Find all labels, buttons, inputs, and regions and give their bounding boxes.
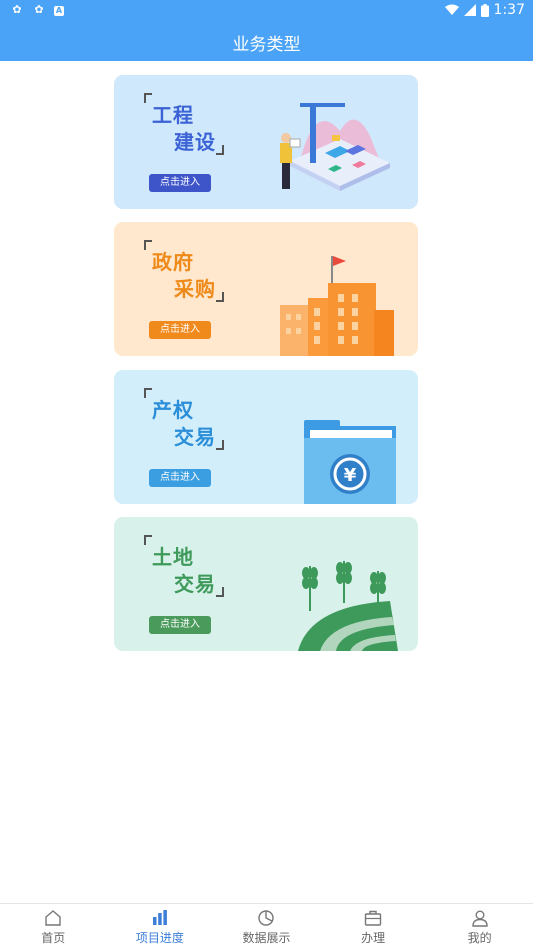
bracket-decoration	[216, 587, 224, 597]
enter-button[interactable]: 点击进入	[149, 321, 211, 339]
notification-app-icon: ✿	[34, 3, 44, 16]
nav-mine[interactable]: 我的	[426, 904, 533, 947]
nav-handle[interactable]: 办理	[320, 904, 427, 947]
page-title: 业务类型	[232, 35, 301, 55]
bracket-decoration	[144, 93, 152, 103]
card-title-line2: 交易	[174, 425, 216, 449]
status-notifications: ✿ ✿ A	[10, 3, 64, 17]
card-government-procurement[interactable]: 政府 采购 点击进入	[114, 222, 418, 356]
card-land-trading[interactable]: 土地 交易 点击进入	[114, 517, 418, 651]
user-icon	[471, 910, 488, 927]
nav-label: 办理	[361, 931, 386, 945]
farmland-illustration-icon	[298, 561, 398, 651]
card-engineering-construction[interactable]: 工程 建设 点击进入	[114, 75, 418, 209]
nav-label: 项目进度	[135, 931, 184, 945]
bottom-navigation: 首页 项目进度 数据展示 办理 我的	[0, 903, 533, 947]
bracket-decoration	[216, 145, 224, 155]
top-bar: ✿ ✿ A 1:37 业务类型	[0, 0, 533, 61]
signal-icon	[463, 4, 476, 16]
card-title-line2: 建设	[174, 130, 216, 154]
notification-app-icon: ✿	[12, 3, 22, 16]
nav-label: 首页	[41, 931, 66, 945]
nav-project-progress[interactable]: 项目进度	[107, 904, 214, 947]
card-property-rights-trading[interactable]: 产权 交易 点击进入 ¥	[114, 370, 418, 504]
status-system: 1:37	[444, 2, 525, 18]
svg-text:¥: ¥	[344, 465, 357, 486]
bracket-decoration	[144, 240, 152, 250]
bracket-decoration	[144, 535, 152, 545]
bracket-decoration	[144, 388, 152, 398]
home-icon	[45, 910, 61, 926]
nav-data-display[interactable]: 数据展示	[213, 904, 320, 947]
bar-chart-icon	[152, 910, 167, 925]
notification-a-icon: A	[54, 6, 64, 16]
yuan-folder-illustration-icon: ¥	[304, 420, 396, 504]
card-title-line1: 政府	[152, 250, 194, 274]
enter-button[interactable]: 点击进入	[149, 174, 211, 192]
card-title-line2: 交易	[174, 572, 216, 596]
building-illustration-icon	[280, 256, 394, 356]
status-bar: ✿ ✿ A 1:37	[0, 0, 533, 24]
enter-button[interactable]: 点击进入	[149, 469, 211, 487]
nav-home[interactable]: 首页	[0, 904, 107, 947]
battery-icon	[480, 3, 489, 17]
nav-label: 我的	[467, 931, 492, 945]
construction-illustration-icon	[280, 103, 390, 191]
card-title-line1: 土地	[152, 545, 194, 569]
briefcase-icon	[364, 910, 382, 926]
nav-label: 数据展示	[242, 931, 291, 945]
card-title-line1: 产权	[152, 398, 194, 422]
bracket-decoration	[216, 440, 224, 450]
bracket-decoration	[216, 292, 224, 302]
card-title-line2: 采购	[174, 277, 216, 301]
pie-chart-icon	[258, 910, 275, 926]
wifi-icon	[444, 4, 459, 15]
status-time: 1:37	[493, 2, 525, 18]
card-title-line1: 工程	[152, 103, 194, 127]
app-screen: ✿ ✿ A 1:37 业务类型 工程 建设 点击进入 政府 采购 点击进入 产权…	[0, 0, 533, 947]
enter-button[interactable]: 点击进入	[149, 616, 211, 634]
